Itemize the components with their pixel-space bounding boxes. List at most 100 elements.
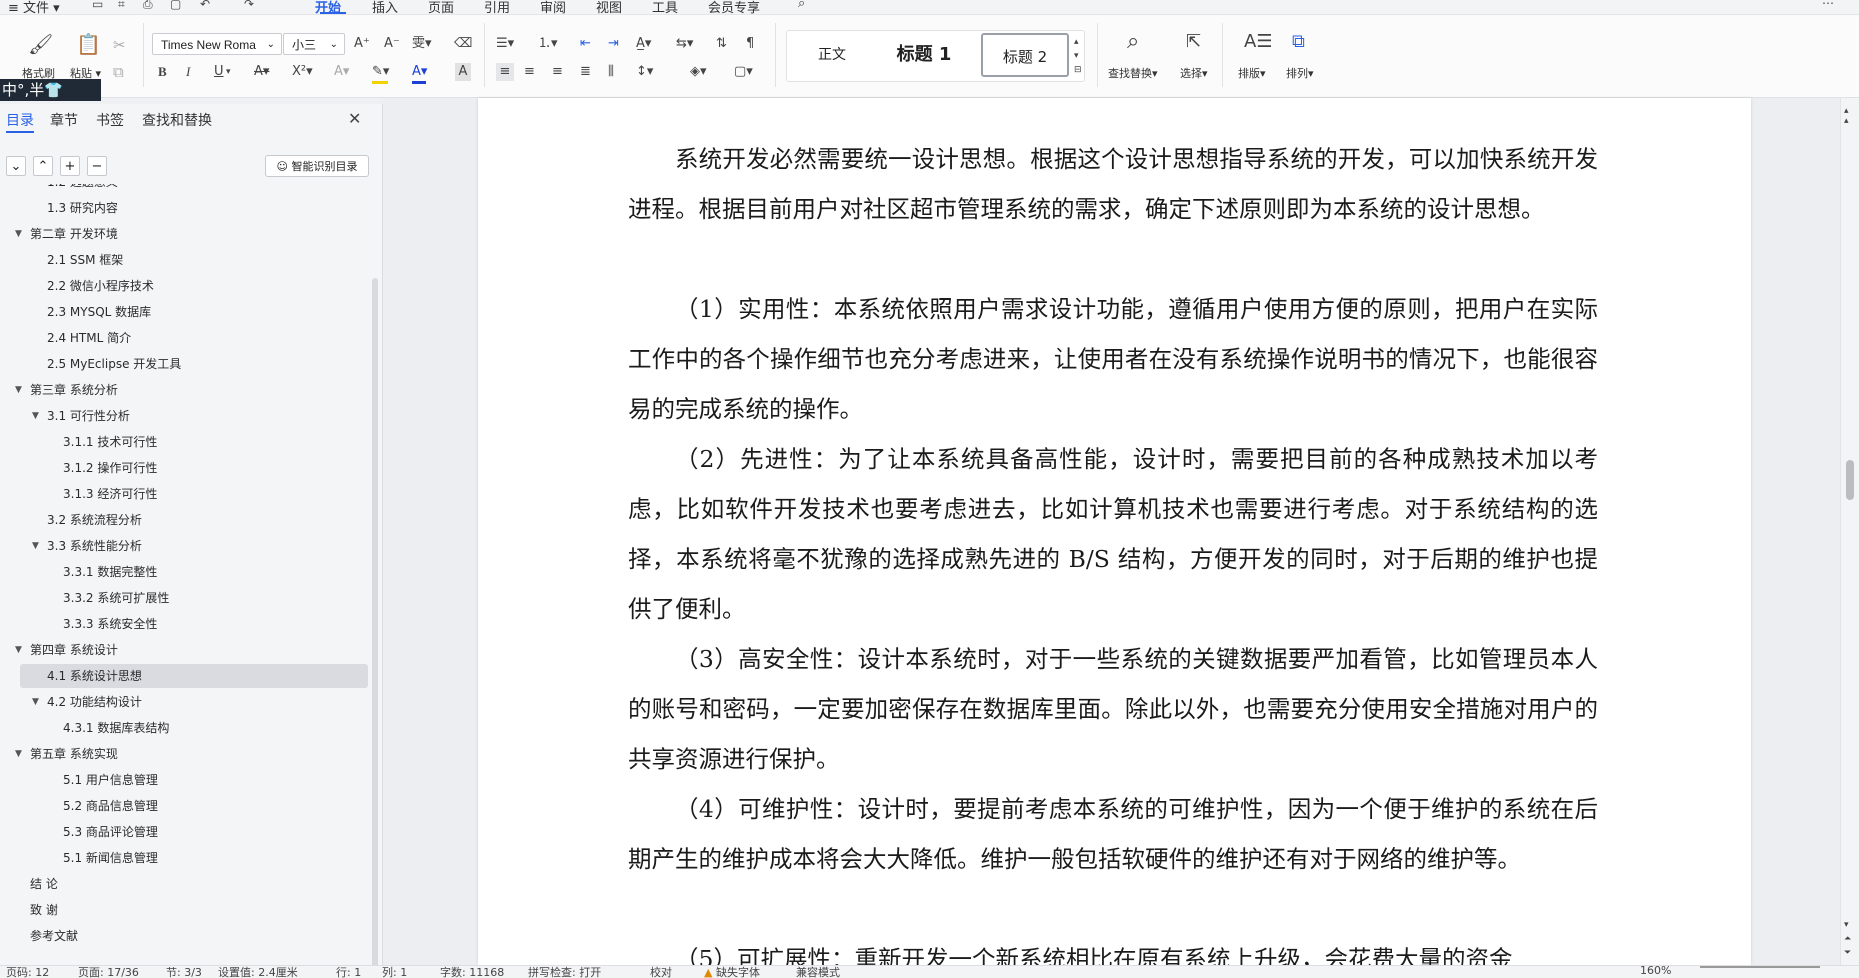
print-icon[interactable]: ⎙ <box>143 0 153 13</box>
typeset-icon[interactable]: A☰ <box>1244 33 1272 51</box>
typeset-button[interactable]: 排版▾ <box>1238 65 1266 81</box>
copy-icon[interactable]: ⧉ <box>113 63 124 81</box>
decrease-indent-icon[interactable]: ⇤ <box>580 35 591 53</box>
search-icon[interactable]: ⌕ <box>798 0 805 13</box>
vertical-scrollbar[interactable]: ▴ ▴ ▾ ⏶ ⏷ <box>1840 98 1859 965</box>
share-icon[interactable]: ⌗ <box>118 0 125 13</box>
arrange-button[interactable]: 排列▾ <box>1286 65 1314 81</box>
tab-find-replace[interactable]: 查找和替换 <box>142 110 212 130</box>
scroll-up-icon[interactable]: ▴ <box>1844 112 1849 130</box>
tab-view[interactable]: 视图 <box>596 0 622 14</box>
align-right-icon[interactable]: ≡ <box>552 63 563 81</box>
expand-styles-icon[interactable]: ⊟ <box>1074 61 1082 79</box>
expand-caret-icon[interactable]: ▼ <box>15 638 22 662</box>
close-icon[interactable]: ✕ <box>348 110 361 128</box>
toc-item[interactable]: 5.2 商品信息管理 <box>0 794 370 818</box>
toc-item[interactable]: 致 谢 <box>0 898 370 922</box>
toc-item[interactable]: 5.1 用户信息管理 <box>0 768 370 792</box>
toc-item[interactable]: ▼ 3.1 可行性分析 <box>0 404 370 428</box>
toc-item[interactable]: 3.3.1 数据完整性 <box>0 560 370 584</box>
paragraph[interactable]: （1）实用性：本系统依照用户需求设计功能，遵循用户使用方便的原则，把用户在实际工… <box>628 284 1598 434</box>
zoom-slider[interactable] <box>1700 966 1820 968</box>
paragraph[interactable]: （3）高安全性：设计本系统时，对于一些系统的关键数据要严加看管，比如管理员本人的… <box>628 634 1598 784</box>
toc-item[interactable]: 1.2 选题意义 <box>0 184 370 194</box>
tab-tools[interactable]: 工具 <box>652 0 678 14</box>
clear-format-icon[interactable]: ⌫ <box>454 35 472 53</box>
tab-reference[interactable]: 引用 <box>484 0 510 14</box>
highlight-icon[interactable]: ✎▾ <box>372 63 389 81</box>
tab-insert[interactable]: 插入 <box>372 0 398 14</box>
remove-heading-button[interactable]: − <box>87 156 107 176</box>
char-shading-icon[interactable]: A <box>455 63 471 81</box>
font-size-select[interactable]: 小三 ⌄ <box>283 33 345 55</box>
italic-button[interactable]: I <box>186 63 190 81</box>
toc-item[interactable]: 2.2 微信小程序技术 <box>0 274 370 298</box>
toc-item[interactable]: ▼ 4.2 功能结构设计 <box>0 690 370 714</box>
strikethrough-icon[interactable]: A▾ <box>254 63 269 81</box>
setting-value[interactable]: 设置值: 2.4厘米 <box>218 966 298 978</box>
format-painter-icon[interactable]: 🖌 <box>28 34 53 54</box>
file-menu[interactable]: ≡ 文件 ▾ <box>8 0 60 14</box>
page-count[interactable]: 页面: 17/36 <box>78 966 139 978</box>
font-color-icon[interactable]: A▾ <box>412 63 427 81</box>
toc-item[interactable]: 参考文献 <box>0 924 370 948</box>
scroll-thumb[interactable] <box>1846 460 1854 500</box>
justify-icon[interactable]: ≣ <box>580 63 591 81</box>
toc-item[interactable]: ▼ 第三章 系统分析 <box>0 378 370 402</box>
numbered-list-icon[interactable]: ⒈▾ <box>538 35 558 53</box>
toc-item[interactable]: 3.1.1 技术可行性 <box>0 430 370 454</box>
collapse-button[interactable]: ⌃ <box>33 156 53 176</box>
shading-icon[interactable]: ◈▾ <box>690 63 707 81</box>
select-cursor-icon[interactable]: ⇱ <box>1186 33 1201 51</box>
chinese-layout-icon[interactable]: A̲▾ <box>636 35 651 53</box>
tab-bookmarks[interactable]: 书签 <box>96 110 124 130</box>
toc-item[interactable]: ▼ 第二章 开发环境 <box>0 222 370 246</box>
toc-item[interactable]: 4.1 系统设计思想 <box>20 664 368 688</box>
toc-item[interactable]: 1.3 研究内容 <box>0 196 370 220</box>
sort-icon[interactable]: ⇅ <box>716 35 727 53</box>
show-marks-icon[interactable]: ¶ <box>746 35 754 53</box>
expand-caret-icon[interactable]: ▼ <box>32 690 39 714</box>
border-icon[interactable]: ▢▾ <box>734 63 753 81</box>
line-spacing-icon[interactable]: ↕▾ <box>636 63 653 81</box>
tab-member[interactable]: 会员专享 <box>708 0 760 14</box>
find-replace-icon[interactable]: ⌕ <box>1127 31 1139 53</box>
paragraph[interactable]: （4）可维护性：设计时，要提前考虑本系统的可维护性，因为一个便于维护的系统在后期… <box>628 784 1598 884</box>
toc-item[interactable]: 2.1 SSM 框架 <box>0 248 370 272</box>
nav-scrollbar[interactable] <box>372 278 378 968</box>
style-heading2[interactable]: 标题 2 <box>981 33 1069 77</box>
proofread[interactable]: 校对 <box>650 966 672 978</box>
document-page[interactable]: 系统开发必然需要统一设计思想。根据这个设计思想指导系统的开发，可以加快系统开发进… <box>478 98 1751 965</box>
spell-check[interactable]: 拼写检查: 打开 <box>528 966 601 978</box>
collapse-all-button[interactable]: ⌄ <box>6 156 26 176</box>
grow-font-icon[interactable]: A⁺ <box>354 35 370 53</box>
align-left-icon[interactable]: ≡ <box>496 63 514 81</box>
toc-item[interactable]: 3.1.3 经济可行性 <box>0 482 370 506</box>
text-direction-icon[interactable]: ⇆▾ <box>676 35 693 53</box>
find-replace-button[interactable]: 查找替换▾ <box>1108 65 1158 81</box>
align-center-icon[interactable]: ≡ <box>524 63 535 81</box>
arrange-icon[interactable]: ⧉ <box>1292 33 1305 51</box>
paragraph[interactable]: 系统开发必然需要统一设计思想。根据这个设计思想指导系统的开发，可以加快系统开发进… <box>628 134 1598 234</box>
toc-item[interactable]: ▼ 第四章 系统设计 <box>0 638 370 662</box>
distribute-icon[interactable]: ⫼ <box>608 63 614 81</box>
missing-font[interactable]: ▲ 缺失字体 <box>704 966 760 978</box>
toc-item[interactable]: 3.3.3 系统安全性 <box>0 612 370 636</box>
redo-icon[interactable]: ↷ <box>244 0 254 13</box>
tab-review[interactable]: 审阅 <box>540 0 566 14</box>
undo-icon[interactable]: ↶ <box>200 0 210 13</box>
toc-item[interactable]: ▼ 第五章 系统实现 <box>0 742 370 766</box>
toc-item[interactable]: 3.3.2 系统可扩展性 <box>0 586 370 610</box>
expand-caret-icon[interactable]: ▼ <box>32 404 39 428</box>
toc-item[interactable]: 2.5 MyEclipse 开发工具 <box>0 352 370 376</box>
preview-icon[interactable]: ▢ <box>170 0 181 13</box>
page-number[interactable]: 页码: 12 <box>6 966 49 978</box>
paragraph[interactable]: （2）先进性：为了让本系统具备高性能，设计时，需要把目前的各种成熟技术加以考虑，… <box>628 434 1598 634</box>
toc-item[interactable]: 5.3 商品评论管理 <box>0 820 370 844</box>
tab-chapters[interactable]: 章节 <box>50 110 78 130</box>
tab-page[interactable]: 页面 <box>428 0 454 14</box>
text-effect-icon[interactable]: A▾ <box>334 63 349 81</box>
toc-item[interactable]: 2.3 MYSQL 数据库 <box>0 300 370 324</box>
next-page-icon[interactable]: ⏷ <box>1844 944 1851 962</box>
word-count[interactable]: 字数: 11168 <box>440 966 504 978</box>
